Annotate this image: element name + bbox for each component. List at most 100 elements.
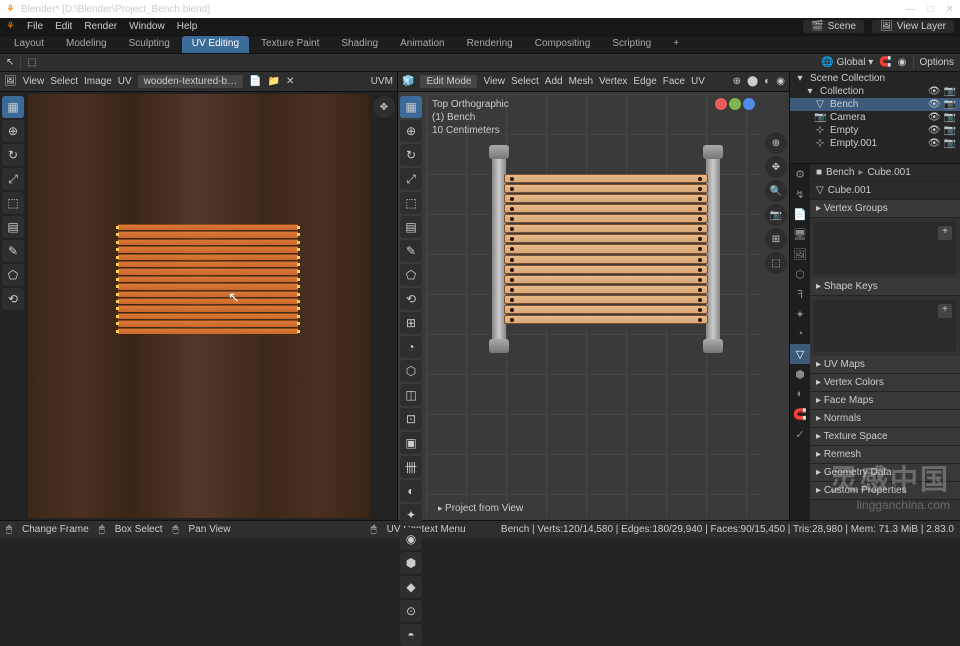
snap-icon[interactable]: 🧲 <box>879 57 891 68</box>
v3d-tool-11[interactable]: ⬡ <box>400 360 422 382</box>
uv-pan-icon[interactable]: ✥ <box>373 96 395 118</box>
ws-add[interactable]: + <box>663 36 689 53</box>
shading-solid-icon[interactable]: ⬤ <box>747 76 758 87</box>
v3d-tool-2[interactable]: ↻ <box>400 144 422 166</box>
v3d-tool-0[interactable]: ▦ <box>400 96 422 118</box>
v3d-tool-18[interactable]: ◉ <box>400 528 422 550</box>
ws-compositing[interactable]: Compositing <box>525 36 601 53</box>
v3d-tool-21[interactable]: ⊙ <box>400 600 422 622</box>
uv-tool-rotate[interactable]: ⤢ <box>2 168 24 190</box>
prop-tab-4[interactable]: 🖼 <box>790 244 810 264</box>
prop-tab-13[interactable]: ✓ <box>790 424 810 444</box>
v3d-menu-uv[interactable]: UV <box>691 76 705 87</box>
menu-window[interactable]: Window <box>129 21 165 32</box>
v3d-nav-1[interactable]: ✥ <box>765 156 787 178</box>
shading-rendered-icon[interactable]: ◉ <box>776 76 785 87</box>
cursor-tool-icon[interactable]: ↖ <box>6 57 14 68</box>
uv-selection[interactable] <box>118 224 298 334</box>
section-normals[interactable]: ▸ Normals <box>810 410 960 428</box>
uv-tool-pinch[interactable]: ⟲ <box>2 288 24 310</box>
v3d-tool-15[interactable]: 卌 <box>400 456 422 478</box>
open-image-icon[interactable]: 📁 <box>268 76 280 87</box>
ws-texturepaint[interactable]: Texture Paint <box>251 36 329 53</box>
v3d-tool-19[interactable]: ⬢ <box>400 552 422 574</box>
ws-scripting[interactable]: Scripting <box>602 36 661 53</box>
uv-mode[interactable]: UVM <box>371 76 393 87</box>
v3d-tool-4[interactable]: ⬚ <box>400 192 422 214</box>
mode-selector[interactable]: Edit Mode <box>420 75 477 88</box>
uv-tool-cursor[interactable]: ⊕ <box>2 120 24 142</box>
shading-wireframe-icon[interactable]: ⊕ <box>733 76 741 87</box>
v3d-tool-1[interactable]: ⊕ <box>400 120 422 142</box>
ws-shading[interactable]: Shading <box>331 36 388 53</box>
editor-type-icon[interactable]: 🧊 <box>402 76 414 87</box>
v3d-tool-6[interactable]: ✎ <box>400 240 422 262</box>
v3d-tool-3[interactable]: ⤢ <box>400 168 422 190</box>
minimize-button[interactable]: — <box>906 4 916 15</box>
prop-tab-0[interactable]: ⚙ <box>790 164 810 184</box>
add-icon[interactable]: + <box>938 226 952 240</box>
orientation-dropdown[interactable]: 🌐 Global ▾ <box>821 57 873 68</box>
prop-tab-3[interactable]: 🖥 <box>790 224 810 244</box>
v3d-tool-13[interactable]: ⊡ <box>400 408 422 430</box>
maximize-button[interactable]: □ <box>928 4 934 15</box>
v3d-nav-5[interactable]: ⬚ <box>765 252 787 274</box>
menu-render[interactable]: Render <box>84 21 117 32</box>
unlink-icon[interactable]: ✕ <box>286 76 294 87</box>
prop-tab-2[interactable]: 📄 <box>790 204 810 224</box>
section-geometry-data[interactable]: ▸ Geometry Data <box>810 464 960 482</box>
ws-animation[interactable]: Animation <box>390 36 454 53</box>
v3d-tool-5[interactable]: ▤ <box>400 216 422 238</box>
v3d-tool-17[interactable]: ✦ <box>400 504 422 526</box>
section-vertex-groups[interactable]: ▸ Vertex Groups <box>810 200 960 218</box>
editor-type-icon[interactable]: 🖼 <box>4 76 17 87</box>
v3d-tool-14[interactable]: ▣ <box>400 432 422 454</box>
v3d-nav-4[interactable]: ⊞ <box>765 228 787 250</box>
uv-tool-annotate[interactable]: ✎ <box>2 240 24 262</box>
v3d-menu-view[interactable]: View <box>483 76 505 87</box>
v3d-menu-edge[interactable]: Edge <box>633 76 656 87</box>
ws-uvediting[interactable]: UV Editing <box>182 36 249 53</box>
proportional-icon[interactable]: ◉ <box>898 57 907 68</box>
prop-tab-6[interactable]: ꟻ <box>790 284 810 304</box>
v3d-nav-0[interactable]: ⊕ <box>765 132 787 154</box>
v3d-menu-select[interactable]: Select <box>511 76 539 87</box>
shape-keys-list[interactable]: + <box>814 300 956 352</box>
uv-menu-uv[interactable]: UV <box>118 76 132 87</box>
add-icon[interactable]: + <box>938 304 952 318</box>
project-from-view-button[interactable]: ▸ Project from View <box>428 501 533 516</box>
ws-layout[interactable]: Layout <box>4 36 54 53</box>
options-dropdown[interactable]: Options <box>920 57 954 68</box>
datablock-name[interactable]: ▽Cube.001 <box>810 182 960 200</box>
uv-tool-scale[interactable]: ⬚ <box>2 192 24 214</box>
v3d-menu-vertex[interactable]: Vertex <box>599 76 627 87</box>
uv-viewport[interactable] <box>28 94 369 518</box>
viewlayer-selector[interactable]: 🖼View Layer <box>872 20 954 33</box>
ws-modeling[interactable]: Modeling <box>56 36 117 53</box>
section-vertex-colors[interactable]: ▸ Vertex Colors <box>810 374 960 392</box>
prop-tab-7[interactable]: ✦ <box>790 304 810 324</box>
scene-selector[interactable]: 🎬Scene <box>803 20 864 33</box>
new-image-icon[interactable]: 📄 <box>249 76 261 87</box>
prop-tab-10[interactable]: ⬢ <box>790 364 810 384</box>
section-face-maps[interactable]: ▸ Face Maps <box>810 392 960 410</box>
section-custom-properties[interactable]: ▸ Custom Properties <box>810 482 960 500</box>
section-uv-maps[interactable]: ▸ UV Maps <box>810 356 960 374</box>
prop-tab-12[interactable]: 🧲 <box>790 404 810 424</box>
section-texture-space[interactable]: ▸ Texture Space <box>810 428 960 446</box>
vertex-groups-list[interactable]: + <box>814 222 956 274</box>
bench-mesh[interactable] <box>496 149 716 349</box>
prop-tab-9[interactable]: ▽ <box>790 344 810 364</box>
v3d-tool-8[interactable]: ⟲ <box>400 288 422 310</box>
menu-file[interactable]: File <box>27 21 43 32</box>
v3d-nav-2[interactable]: 🔍 <box>765 180 787 202</box>
3d-viewport[interactable]: Top Orthographic (1) Bench 10 Centimeter… <box>426 94 761 518</box>
v3d-tool-22[interactable]: ◓ <box>400 624 422 646</box>
v3d-tool-16[interactable]: ◐ <box>400 480 422 502</box>
uv-tool-move[interactable]: ↻ <box>2 144 24 166</box>
close-button[interactable]: ✕ <box>946 4 954 15</box>
ws-rendering[interactable]: Rendering <box>457 36 523 53</box>
uv-menu-view[interactable]: View <box>23 76 45 87</box>
nav-gizmo[interactable] <box>715 98 755 110</box>
section-remesh[interactable]: ▸ Remesh <box>810 446 960 464</box>
